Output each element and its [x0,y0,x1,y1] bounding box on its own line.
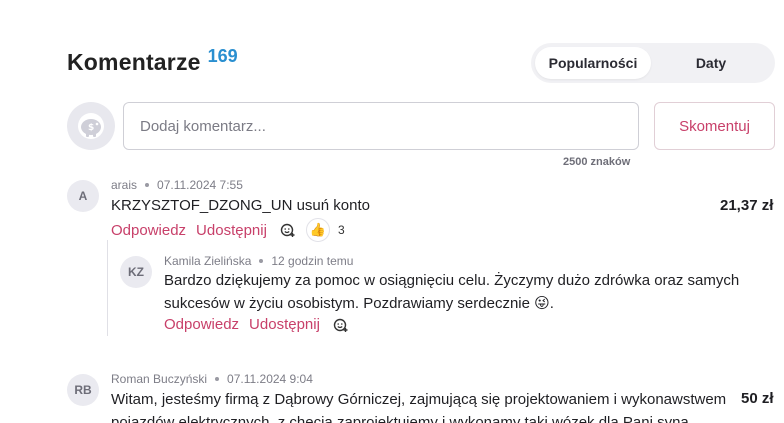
separator-dot [259,259,264,263]
comment-meta: arais 07.11.2024 7:55 [111,178,243,192]
comment-text-line: Witam, jesteśmy firmą z Dąbrowy Górnicze… [111,391,727,408]
sort-date-button[interactable]: Daty [651,47,771,79]
winking-tongue-emoji: 😜 [534,295,550,312]
comment-meta: Kamila Zielińska 12 godzin temu [164,254,353,268]
comment-date: 12 godzin temu [271,254,354,268]
user-avatar: $ [67,102,115,150]
comments-header: Komentarze 169 [67,44,238,80]
reply-button[interactable]: Odpowiedz [164,316,239,333]
donation-amount: 50 zł [741,390,774,407]
comment-author[interactable]: arais [111,178,137,192]
comment-actions: Odpowiedz Udostępnij [164,316,359,333]
avatar: RB [67,374,99,406]
thumbs-up-reaction[interactable]: 👍 [305,218,330,242]
sort-popular-button[interactable]: Popularności [535,47,651,79]
comment-date: 07.11.2024 9:04 [227,372,313,386]
share-button[interactable]: Udostępnij [249,316,320,333]
thumbs-up-icon: 👍 [309,222,327,237]
comment-text: Bardzo dziękujemy za pomoc w osiągnięciu… [164,269,764,315]
donation-amount: 21,37 zł [720,197,774,214]
sort-toggle: Popularności Daty [531,43,775,83]
separator-dot [215,377,220,381]
add-reaction-icon[interactable] [333,317,349,333]
comment-text: KRZYSZTOF_DZONG_UN usuń konto [111,197,370,214]
comment-text-line: Bardzo dziękujemy za pomoc w osiągnięciu… [164,272,740,289]
add-reaction-icon[interactable] [280,222,296,238]
reply-button[interactable]: Odpowiedz [111,222,186,239]
avatar: A [67,180,99,212]
separator-dot [145,183,150,187]
comment-input[interactable] [123,102,639,150]
comment-text: Witam, jesteśmy firmą z Dąbrowy Górnicze… [111,388,736,423]
comment-meta: Roman Buczyński 07.11.2024 9:04 [111,372,313,386]
comment-text-line: sukcesów w życiu osobistym. Pozdrawiamy … [164,292,764,315]
comment-author[interactable]: Kamila Zielińska [164,254,251,268]
avatar: KZ [120,256,152,288]
thread-line [107,240,108,336]
comment-author[interactable]: Roman Buczyński [111,372,207,386]
submit-comment-button[interactable]: Skomentuj [654,102,775,150]
comment-actions: Odpowiedz Udostępnij 👍 3 [111,218,345,242]
share-button[interactable]: Udostępnij [196,222,267,239]
reaction-count: 3 [337,223,345,237]
svg-text:$: $ [88,123,94,133]
piggy-bank-icon: $ [78,113,104,139]
comments-count: 169 [207,46,238,66]
char-limit: 2500 znaków [563,156,631,168]
comment-date: 07.11.2024 7:55 [157,178,243,192]
page-title: Komentarze [67,49,201,75]
comment-text-line-content: sukcesów w życiu osobistym. Pozdrawiamy … [164,295,530,312]
comment-text-line: pojazdów elektrycznych, z chęcią zaproje… [111,414,689,423]
